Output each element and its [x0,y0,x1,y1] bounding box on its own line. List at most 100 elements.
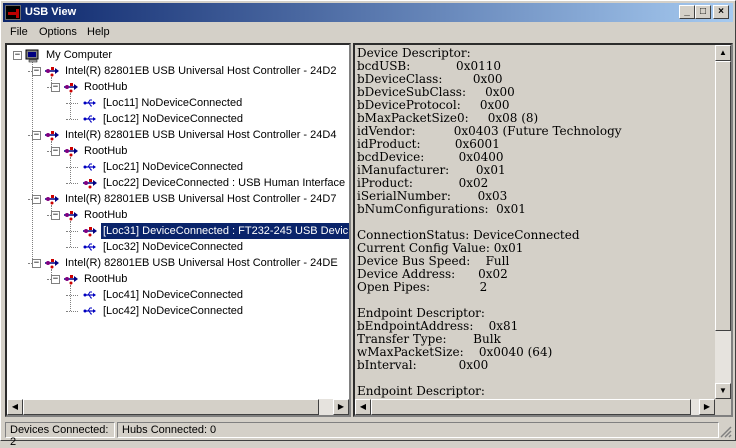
devices-connected-status: Devices Connected: 2 [5,422,115,448]
tree-node[interactable]: RootHub [63,143,129,159]
usb-controller-icon [44,129,60,141]
descriptor-details-pane[interactable]: Device Descriptor: bcdUSB: 0x0110 bDeviceC… [353,43,733,417]
usb-controller-icon [44,65,60,77]
tree-node-label: [Loc22] DeviceConnected : USB Human Inte… [103,177,346,189]
tree-node-label: Intel(R) 82801EB USB Universal Host Cont… [65,65,337,77]
usb-port-icon [82,97,98,109]
tree-node-label: My Computer [46,49,113,61]
tree-connector-line [32,61,33,263]
usb-device-icon [82,225,98,237]
device-tree: − My Computer − Intel(R) 82801EB USB Univer… [7,45,349,397]
tree-connector-line [70,221,71,247]
collapse-toggle[interactable]: − [32,67,41,76]
menu-options[interactable]: Options [39,26,77,38]
collapse-toggle[interactable]: − [51,275,60,284]
collapse-toggle[interactable]: − [51,211,60,220]
tree-connector-line [66,231,78,232]
tree-node[interactable]: RootHub [63,79,129,95]
usb-hub-icon [63,81,79,93]
tree-node[interactable]: [Loc22] DeviceConnected : USB Human Inte… [82,175,347,191]
tree-node-label: RootHub [84,209,128,221]
descriptor-line: bNumConfigurations: 0x01 [357,202,526,216]
usb-view-window: USB View _ □ × File Options Help − My Com… [0,0,736,448]
tree-connector-line [66,295,78,296]
tree-node[interactable]: [Loc12] NoDeviceConnected [82,111,245,127]
tree-node-label: Intel(R) 82801EB USB Universal Host Cont… [65,193,337,205]
scroll-left-button[interactable]: ◀ [7,399,23,415]
details-vertical-scrollbar[interactable]: ▲ ▼ [715,45,731,399]
menu-file[interactable]: File [10,26,28,38]
tree-node-label: Intel(R) 82801EB USB Universal Host Cont… [65,129,337,141]
tree-node-label: [Loc32] NoDeviceConnected [103,241,244,253]
usb-controller-icon [44,257,60,269]
tree-node-label: [Loc21] NoDeviceConnected [103,161,244,173]
usb-port-icon [82,161,98,173]
tree-horizontal-scrollbar[interactable]: ◀ ▶ [7,399,349,415]
tree-connector-line [66,247,78,248]
status-bar: Devices Connected: 2 Hubs Connected: 0 [3,421,733,448]
descriptor-text: Device Descriptor: bcdUSB: 0x0110 bDeviceC… [357,47,713,399]
tree-connector-line [66,167,78,168]
usb-port-icon [82,289,98,301]
collapse-toggle[interactable]: − [32,131,41,140]
collapse-toggle[interactable]: − [51,83,60,92]
tree-connector-line [70,93,71,119]
scroll-right-button[interactable]: ▶ [333,399,349,415]
tree-node[interactable]: Intel(R) 82801EB USB Universal Host Cont… [44,127,338,143]
tree-node[interactable]: [Loc41] NoDeviceConnected [82,287,245,303]
tree-node-label: RootHub [84,81,128,93]
tree-node[interactable]: [Loc11] NoDeviceConnected [82,95,244,111]
tree-node[interactable]: [Loc32] NoDeviceConnected [82,239,245,255]
collapse-toggle[interactable]: − [32,259,41,268]
scroll-down-button[interactable]: ▼ [715,383,731,399]
collapse-toggle[interactable]: − [13,51,22,60]
usb-controller-icon [44,193,60,205]
usb-port-icon [82,305,98,317]
scroll-right-button[interactable]: ▶ [699,399,715,415]
usb-hub-icon [63,145,79,157]
tree-node[interactable]: Intel(R) 82801EB USB Universal Host Cont… [44,191,338,207]
tree-connector-line [66,183,78,184]
scroll-thumb[interactable] [715,61,731,331]
usb-hub-icon [63,273,79,285]
usb-device-icon [82,177,98,189]
descriptor-line: bInterval: 0x00 [357,358,489,372]
scroll-left-button[interactable]: ◀ [355,399,371,415]
usb-port-icon [82,241,98,253]
tree-connector-line [70,285,71,311]
tree-node-label: RootHub [84,145,128,157]
tree-node-label: [Loc11] NoDeviceConnected [103,97,243,109]
tree-connector-line [66,103,78,104]
scroll-thumb[interactable] [23,399,319,415]
menu-help[interactable]: Help [87,26,110,38]
usb-port-icon [82,113,98,125]
collapse-toggle[interactable]: − [51,147,60,156]
tree-node[interactable]: RootHub [63,207,129,223]
tree-node[interactable]: Intel(R) 82801EB USB Universal Host Cont… [44,63,338,79]
tree-node-label: Intel(R) 82801EB USB Universal Host Cont… [65,257,338,269]
resize-grip-icon[interactable] [720,426,732,438]
descriptor-line: Open Pipes: 2 [357,280,488,294]
tree-node[interactable]: My Computer [25,47,114,63]
tree-node[interactable]: [Loc31] DeviceConnected : FT232-245 USB … [82,222,349,240]
minimize-button[interactable]: _ [679,5,695,19]
title-bar[interactable]: USB View _ □ × [3,3,733,22]
tree-node[interactable]: [Loc42] NoDeviceConnected [82,303,245,319]
close-button[interactable]: × [713,5,729,19]
scroll-thumb[interactable] [371,399,691,415]
tree-node[interactable]: Intel(R) 82801EB USB Universal Host Cont… [44,255,340,271]
window-title: USB View [25,6,77,18]
collapse-toggle[interactable]: − [32,195,41,204]
details-horizontal-scrollbar[interactable]: ◀ ▶ [355,399,715,415]
tree-node[interactable]: RootHub [63,271,129,287]
tree-connector-line [66,311,78,312]
menu-bar: File Options Help [3,23,733,42]
tree-node[interactable]: [Loc21] NoDeviceConnected [82,159,245,175]
tree-node-label: [Loc41] NoDeviceConnected [103,289,244,301]
tree-node-label: [Loc42] NoDeviceConnected [103,305,244,317]
tree-node-label: [Loc12] NoDeviceConnected [103,113,244,125]
maximize-button[interactable]: □ [695,5,711,19]
usb-hub-icon [63,209,79,221]
scroll-up-button[interactable]: ▲ [715,45,731,61]
device-tree-pane[interactable]: − My Computer − Intel(R) 82801EB USB Univer… [5,43,351,417]
